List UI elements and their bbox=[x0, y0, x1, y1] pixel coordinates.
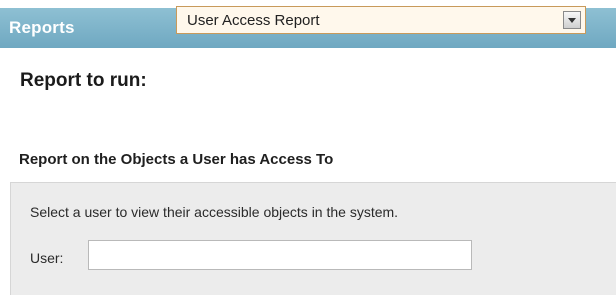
report-select-value: User Access Report bbox=[187, 11, 320, 29]
page-title: Reports bbox=[9, 18, 75, 37]
dropdown-arrow-button[interactable] bbox=[563, 11, 581, 29]
report-to-run-label: Report to run: bbox=[20, 70, 147, 91]
panel-description: Select a user to view their accessible o… bbox=[30, 204, 399, 220]
report-selector-row: Report to run: bbox=[20, 62, 147, 100]
chevron-down-icon bbox=[568, 17, 576, 23]
report-select-dropdown[interactable]: User Access Report bbox=[176, 6, 586, 34]
user-selection-panel: Select a user to view their accessible o… bbox=[10, 182, 616, 295]
user-input[interactable] bbox=[88, 240, 472, 270]
section-title: Report on the Objects a User has Access … bbox=[19, 151, 334, 168]
user-field-label: User: bbox=[30, 250, 64, 266]
